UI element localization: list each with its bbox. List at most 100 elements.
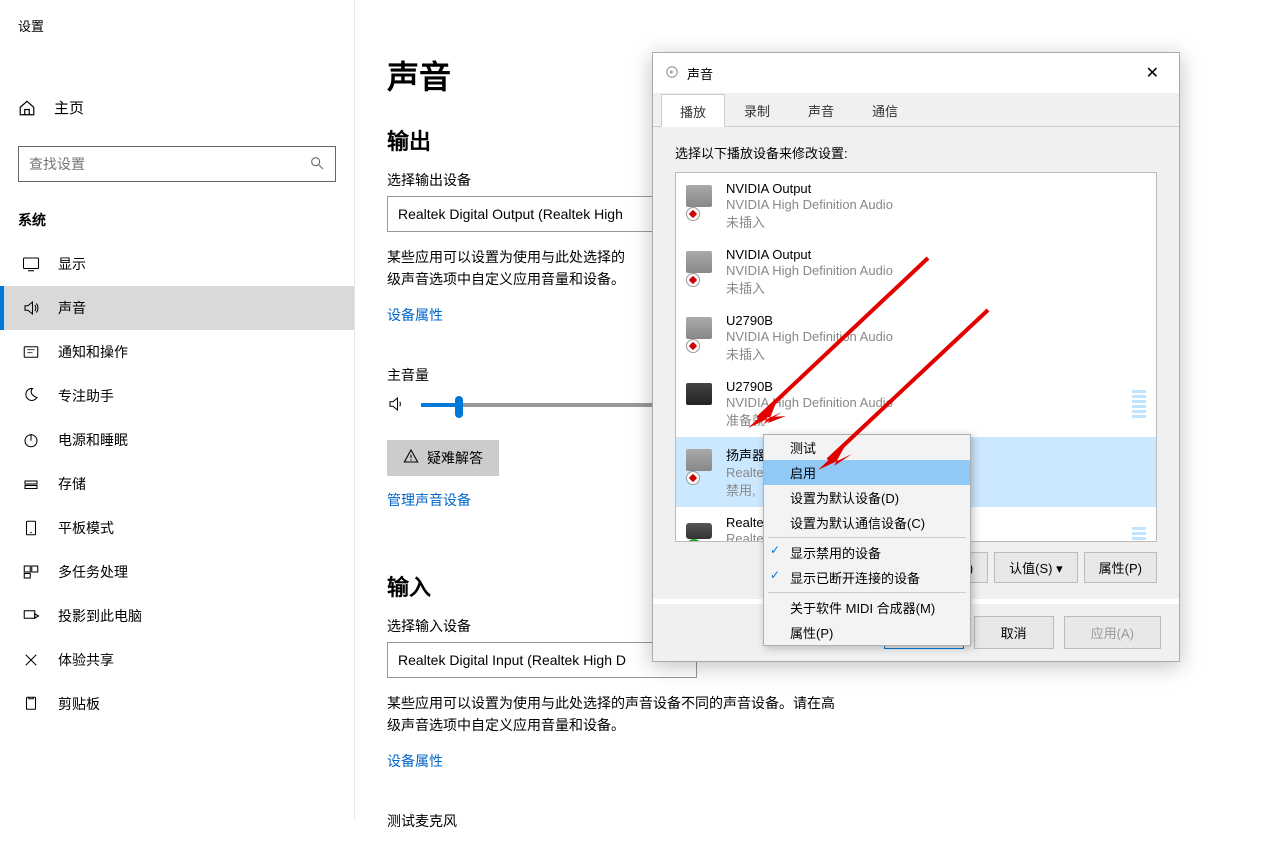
nav-label: 电源和睡眠 bbox=[58, 430, 128, 450]
device-name: U2790B bbox=[726, 313, 1146, 328]
sidebar-item-0[interactable]: 显示 bbox=[0, 242, 354, 286]
ctx-item-0[interactable]: 测试 bbox=[764, 435, 970, 460]
sidebar-item-6[interactable]: 平板模式 bbox=[0, 506, 354, 550]
unplugged-badge-icon bbox=[686, 339, 700, 353]
nav-label: 专注助手 bbox=[58, 386, 114, 406]
dialog-tabs: 播放录制声音通信 bbox=[653, 93, 1179, 127]
nav-label: 显示 bbox=[58, 254, 86, 274]
home-icon bbox=[18, 99, 36, 117]
output-device-select[interactable]: Realtek Digital Output (Realtek High bbox=[387, 196, 697, 232]
sidebar-item-10[interactable]: 剪贴板 bbox=[0, 682, 354, 726]
nav-label: 声音 bbox=[58, 298, 86, 318]
sidebar-item-9[interactable]: 体验共享 bbox=[0, 638, 354, 682]
output-properties-link[interactable]: 设备属性 bbox=[387, 305, 443, 325]
app-title: 设置 bbox=[0, 0, 354, 51]
ctx-item-2[interactable]: 设置为默认设备(D) bbox=[764, 485, 970, 510]
sidebar-item-8[interactable]: 投影到此电脑 bbox=[0, 594, 354, 638]
sound-dialog-icon bbox=[665, 65, 679, 82]
check-icon: ✓ bbox=[770, 568, 780, 582]
device-sub: NVIDIA High Definition Audio未插入 bbox=[726, 196, 1146, 231]
close-icon[interactable]: ✕ bbox=[1138, 59, 1167, 87]
nav-icon-8 bbox=[22, 607, 40, 625]
dialog-title: 声音 bbox=[687, 64, 713, 83]
dialog-tab-1[interactable]: 录制 bbox=[725, 93, 789, 126]
sidebar-item-2[interactable]: 通知和操作 bbox=[0, 330, 354, 374]
device-item-0[interactable]: NVIDIA OutputNVIDIA High Definition Audi… bbox=[676, 173, 1156, 239]
dialog-tab-0[interactable]: 播放 bbox=[661, 94, 725, 127]
volume-slider[interactable] bbox=[421, 403, 671, 407]
nav-icon-3 bbox=[22, 387, 40, 405]
unplugged-badge-icon bbox=[686, 273, 700, 287]
nav-label: 通知和操作 bbox=[58, 342, 128, 362]
input-properties-link[interactable]: 设备属性 bbox=[387, 751, 443, 771]
input-desc: 某些应用可以设置为使用与此处选择的声音设备不同的声音设备。请在高级声音选项中自定… bbox=[387, 692, 907, 737]
properties-button[interactable]: 属性(P) bbox=[1084, 552, 1157, 583]
manage-devices-link[interactable]: 管理声音设备 bbox=[387, 490, 471, 510]
nav-icon-4 bbox=[22, 431, 40, 449]
device-icon bbox=[686, 247, 716, 287]
device-sub: NVIDIA High Definition Audio未插入 bbox=[726, 328, 1146, 363]
nav-icon-1 bbox=[22, 299, 40, 317]
nav-label: 平板模式 bbox=[58, 518, 114, 538]
device-name: NVIDIA Output bbox=[726, 181, 1146, 196]
sidebar-item-1[interactable]: 声音 bbox=[0, 286, 354, 330]
nav-label: 多任务处理 bbox=[58, 562, 128, 582]
cancel-button[interactable]: 取消 bbox=[974, 616, 1054, 649]
search-field[interactable] bbox=[29, 156, 281, 172]
device-icon bbox=[686, 379, 716, 419]
search-input[interactable] bbox=[18, 146, 336, 182]
ctx-item-6[interactable]: ✓显示已断开连接的设备 bbox=[764, 565, 970, 590]
warning-icon bbox=[403, 448, 419, 467]
nav-icon-5 bbox=[22, 475, 40, 493]
device-item-2[interactable]: U2790BNVIDIA High Definition Audio未插入 bbox=[676, 305, 1156, 371]
unplugged-badge-icon bbox=[686, 471, 700, 485]
search-icon bbox=[309, 155, 325, 174]
sidebar-section: 系统 bbox=[0, 182, 354, 242]
device-icon bbox=[686, 445, 716, 485]
device-name: U2790B bbox=[726, 379, 1122, 394]
sidebar-home[interactable]: 主页 bbox=[0, 87, 354, 128]
nav-label: 投影到此电脑 bbox=[58, 606, 142, 626]
device-sub: NVIDIA High Definition Audio准备就 bbox=[726, 394, 1122, 429]
nav-label: 存储 bbox=[58, 474, 86, 494]
sidebar-item-4[interactable]: 电源和睡眠 bbox=[0, 418, 354, 462]
device-icon bbox=[686, 313, 716, 353]
nav-label: 体验共享 bbox=[58, 650, 114, 670]
ctx-separator bbox=[768, 537, 966, 538]
default-badge-icon: ✓ bbox=[686, 539, 702, 542]
ctx-item-5[interactable]: ✓显示禁用的设备 bbox=[764, 540, 970, 565]
device-item-3[interactable]: U2790BNVIDIA High Definition Audio准备就 bbox=[676, 371, 1156, 437]
nav-icon-7 bbox=[22, 563, 40, 581]
ctx-item-1[interactable]: 启用 bbox=[764, 460, 970, 485]
dialog-titlebar: 声音 ✕ bbox=[653, 53, 1179, 93]
speaker-icon bbox=[387, 395, 405, 416]
check-icon: ✓ bbox=[770, 543, 780, 557]
sidebar-item-3[interactable]: 专注助手 bbox=[0, 374, 354, 418]
unplugged-badge-icon bbox=[686, 207, 700, 221]
sidebar-home-label: 主页 bbox=[54, 97, 84, 118]
sidebar-item-7[interactable]: 多任务处理 bbox=[0, 550, 354, 594]
nav-icon-2 bbox=[22, 343, 40, 361]
ctx-separator bbox=[768, 592, 966, 593]
device-sub: NVIDIA High Definition Audio未插入 bbox=[726, 262, 1146, 297]
device-icon bbox=[686, 181, 716, 221]
apply-button[interactable]: 应用(A) bbox=[1064, 616, 1161, 649]
sidebar-item-5[interactable]: 存储 bbox=[0, 462, 354, 506]
nav-icon-6 bbox=[22, 519, 40, 537]
ctx-item-3[interactable]: 设置为默认通信设备(C) bbox=[764, 510, 970, 535]
device-name: NVIDIA Output bbox=[726, 247, 1146, 262]
dialog-tab-3[interactable]: 通信 bbox=[853, 93, 917, 126]
dialog-hint: 选择以下播放设备来修改设置: bbox=[675, 143, 1157, 162]
test-mic-label: 测试麦克风 bbox=[387, 811, 1275, 831]
nav-icon-9 bbox=[22, 651, 40, 669]
context-menu: 测试启用设置为默认设备(D)设置为默认通信设备(C) ✓显示禁用的设备✓显示已断开… bbox=[763, 434, 971, 646]
set-default-button[interactable]: 认值(S) ▾ bbox=[994, 552, 1077, 583]
troubleshoot-button[interactable]: 疑难解答 bbox=[387, 440, 499, 476]
input-device-select[interactable]: Realtek Digital Input (Realtek High D bbox=[387, 642, 697, 678]
ctx-item-8[interactable]: 关于软件 MIDI 合成器(M) bbox=[764, 595, 970, 620]
level-meter-icon bbox=[1132, 390, 1146, 418]
nav-icon-0 bbox=[22, 255, 40, 273]
device-item-1[interactable]: NVIDIA OutputNVIDIA High Definition Audi… bbox=[676, 239, 1156, 305]
dialog-tab-2[interactable]: 声音 bbox=[789, 93, 853, 126]
ctx-item-9[interactable]: 属性(P) bbox=[764, 620, 970, 645]
